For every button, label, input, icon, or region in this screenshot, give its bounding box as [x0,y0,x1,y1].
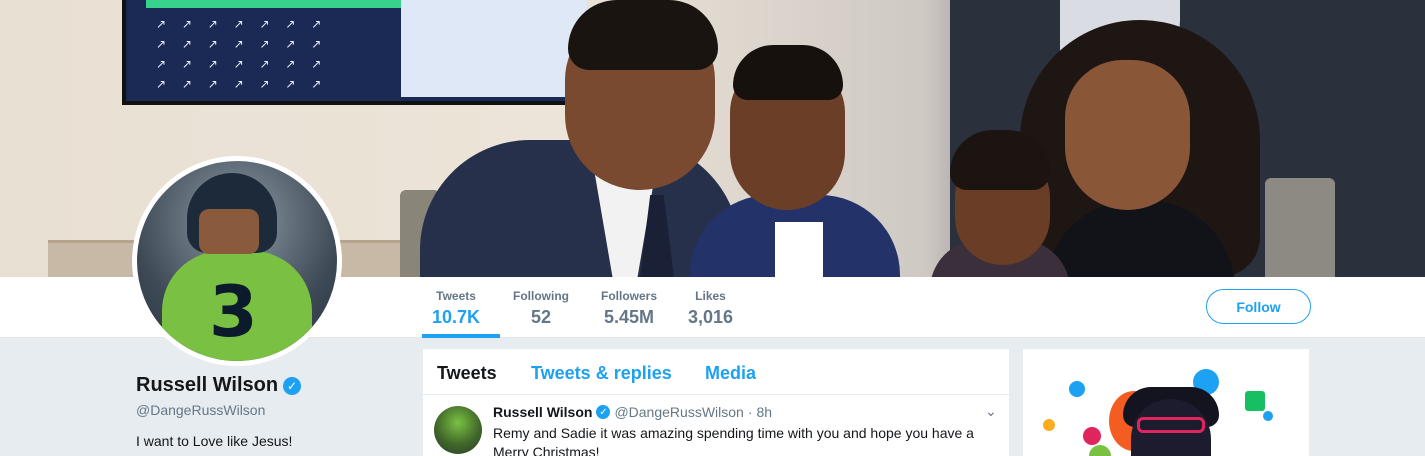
stat-followers[interactable]: Followers 5.45M [601,289,657,328]
avatar-face [199,209,259,254]
stat-label: Likes [695,289,726,303]
tv-arrow-field: ↗ ↗ ↗ ↗ ↗ ↗ ↗ ↗ ↗ ↗ ↗ ↗ ↗ ↗ ↗ ↗ ↗ ↗ ↗ ↗ … [156,14,327,94]
tweet-timestamp[interactable]: 8h [757,404,773,420]
stat-value: 10.7K [432,307,481,327]
tweet-avatar[interactable] [434,406,482,454]
tv-arrows-row: ↗ ↗ ↗ ↗ ↗ ↗ ↗ [156,57,328,71]
person-hair [568,0,718,70]
timeline: Tweets Tweets & replies Media Russell Wi… [422,348,1010,456]
stat-label: Followers [601,289,658,303]
profile-name[interactable]: Russell Wilson ✓ [136,374,302,397]
decor-dot [1083,427,1101,445]
person-hair [733,45,843,100]
decor-dot [1263,411,1273,421]
tweet-text: Remy and Sadie it was amazing spending t… [493,425,974,456]
profile-bio: I want to Love like Jesus! [136,433,293,449]
stat-value: 5.45M [603,307,655,327]
tweet-header: Russell Wilson ✓ @DangeRussWilson · 8h [493,404,772,420]
tweet-author-handle[interactable]: @DangeRussWilson [614,404,743,420]
tv-light-panel [401,0,587,97]
person-head [1065,60,1190,210]
tab-media[interactable]: Media [705,363,756,384]
decor-dot [1089,445,1111,456]
chevron-down-icon[interactable]: ⌄ [985,404,997,420]
stat-following[interactable]: Following 52 [513,289,569,328]
tv-arrows-row: ↗ ↗ ↗ ↗ ↗ ↗ ↗ [156,37,328,51]
stat-label: Tweets [436,289,476,303]
tab-tweets-and-replies[interactable]: Tweets & replies [531,363,672,384]
decor-square [1245,391,1265,411]
stat-likes[interactable]: Likes 3,016 [688,289,733,328]
stat-value: 3,016 [688,307,734,327]
illustration-glasses [1137,417,1205,433]
stat-value: 52 [530,307,552,327]
profile-name-text: Russell Wilson [136,374,279,396]
avatar-jersey-number: 3 [209,271,258,353]
tab-tweets[interactable]: Tweets [437,363,497,384]
person-shirt [775,222,823,277]
banner-tv-screen: ↗ ↗ ↗ ↗ ↗ ↗ ↗ ↗ ↗ ↗ ↗ ↗ ↗ ↗ ↗ ↗ ↗ ↗ ↗ ↗ … [122,0,587,105]
active-stat-underline [422,334,500,338]
profile-avatar[interactable]: 3 [132,156,342,366]
verified-badge-icon: ✓ [596,405,611,419]
banner-chair-right [1265,178,1335,277]
timeline-tabs: Tweets Tweets & replies Media [423,349,1009,395]
tv-arrows-row: ↗ ↗ ↗ ↗ ↗ ↗ ↗ [156,77,328,91]
stat-label: Following [513,289,569,303]
tv-arrows-row: ↗ ↗ ↗ ↗ ↗ ↗ ↗ [156,17,328,31]
tweet[interactable]: Russell Wilson ✓ @DangeRussWilson · 8h ⌄… [423,396,1009,456]
decor-dot [1043,419,1055,431]
side-card [1022,348,1310,456]
stat-tweets[interactable]: Tweets 10.7K [432,289,480,328]
verified-badge-icon: ✓ [283,376,302,395]
profile-handle[interactable]: @DangeRussWilson [136,402,265,418]
decor-dot [1069,381,1085,397]
tweet-separator: · [747,404,753,420]
tweet-author-name[interactable]: Russell Wilson [493,404,592,420]
follow-button[interactable]: Follow [1206,289,1311,324]
